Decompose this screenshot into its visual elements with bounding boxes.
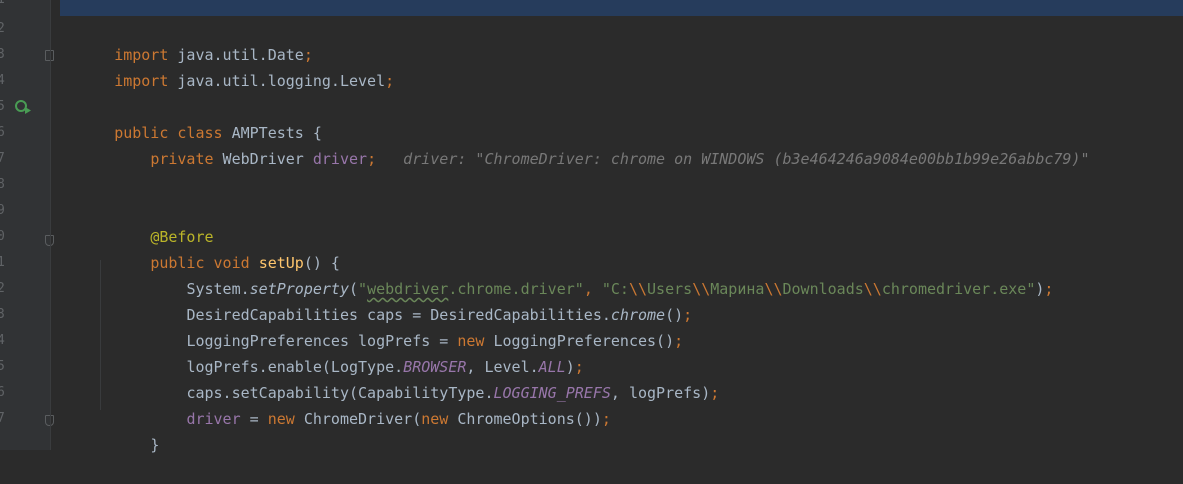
code-line-14: logPrefs.enable(LogType.BROWSER, Level.A… xyxy=(186,358,584,376)
code-line-13: LoggingPreferences logPrefs = new Loggin… xyxy=(186,332,684,350)
code-line-10: public void setUp() { xyxy=(150,254,340,272)
line-number: 3 xyxy=(0,47,5,62)
line-number: 7 xyxy=(0,151,5,166)
code-line-17: } xyxy=(150,436,160,454)
line-number: 7 xyxy=(0,411,5,426)
line-number: 4 xyxy=(0,73,5,88)
line-number: 2 xyxy=(0,21,5,36)
code-line-3: import java.util.logging.Level; xyxy=(114,72,395,90)
line-number: 3 xyxy=(0,307,5,322)
line-number: 5 xyxy=(0,359,5,374)
line-number: 1 xyxy=(0,0,14,13)
line-number: 1 xyxy=(0,255,5,270)
line-number: 6 xyxy=(0,385,5,400)
code-line-2: import java.util.Date; xyxy=(114,46,313,64)
line-number: 9 xyxy=(0,203,5,218)
run-test-icon[interactable] xyxy=(14,99,32,115)
code-line-15: caps.setCapability(CapabilityType.LOGGIN… xyxy=(186,384,720,402)
code-editor[interactable]: 1 2 3 4 5 6 7 8 9 0 1 2 3 4 5 6 7 import… xyxy=(0,0,1183,454)
line-number-gutter[interactable]: 1 2 3 4 5 6 7 8 9 0 1 2 3 4 5 6 7 xyxy=(0,0,54,450)
code-line-6: private WebDriver driver; driver: "Chrom… xyxy=(150,150,1090,168)
code-line-9: @Before xyxy=(150,228,214,246)
line-number: 4 xyxy=(0,333,5,348)
code-line-11: System.setProperty("webdriver.chrome.dri… xyxy=(186,280,1054,298)
current-line-highlight xyxy=(60,0,1183,16)
line-number: 0 xyxy=(0,229,5,244)
line-number: 5 xyxy=(0,99,5,114)
line-number: 8 xyxy=(0,177,5,192)
line-number: 6 xyxy=(0,125,5,140)
code-line-16: driver = new ChromeDriver(new ChromeOpti… xyxy=(186,410,611,428)
line-number: 2 xyxy=(0,281,5,296)
code-line-12: DesiredCapabilities caps = DesiredCapabi… xyxy=(186,306,693,324)
code-line-5: public class AMPTests { xyxy=(114,124,322,142)
inline-debug-hint: driver: "ChromeDriver: chrome on WINDOWS… xyxy=(376,150,1090,168)
gutter-separator xyxy=(50,0,51,450)
